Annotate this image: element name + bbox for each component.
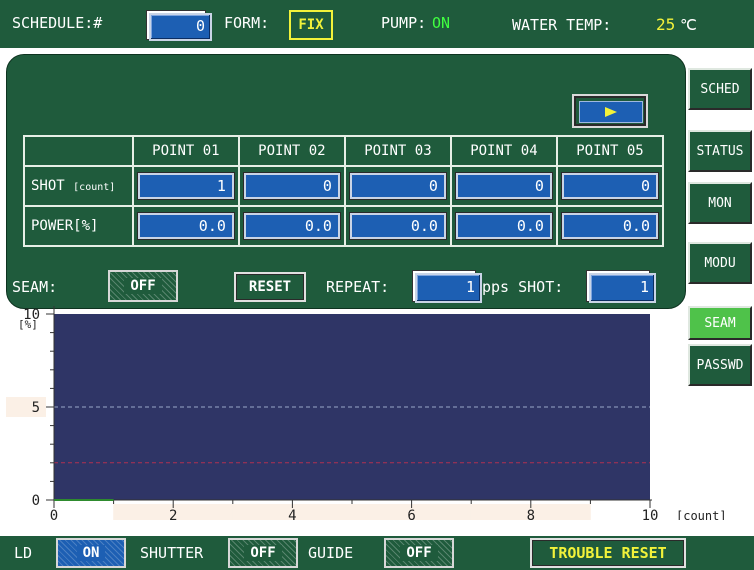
power-point-03-field[interactable]: 0.0 — [349, 213, 446, 239]
reset-button-label: RESET — [248, 279, 292, 295]
play-icon — [605, 107, 617, 117]
seam-toggle-value: OFF — [124, 278, 162, 294]
seam-toggle-button[interactable]: OFF — [108, 270, 178, 302]
form-label: FORM: — [224, 14, 270, 32]
shot-point-02-field[interactable]: 0 — [243, 173, 340, 199]
schedule-number-field[interactable]: 0 — [149, 13, 212, 41]
guide-toggle-value: OFF — [400, 545, 438, 561]
repeat-field[interactable]: 1 — [415, 273, 482, 303]
ld-toggle-button[interactable]: ON — [56, 538, 126, 568]
side-menu-modu-button[interactable]: MODU — [688, 242, 752, 284]
schedule-label: SCHEDULE:# — [12, 14, 103, 32]
column-header-point-03: POINT 03 — [343, 135, 452, 167]
ld-label: LD — [14, 544, 33, 562]
seam-power-chart: 05100 2 4 6 8 10[%][count] — [6, 306, 727, 520]
shot-row-header: SHOT [count] — [23, 165, 134, 207]
shot-point-05-field[interactable]: 0 — [561, 173, 658, 199]
column-header-point-02: POINT 02 — [237, 135, 346, 167]
form-mode-button[interactable]: FIX — [289, 10, 333, 40]
reset-button[interactable]: RESET — [234, 272, 306, 302]
x-tick-label: 10 — [642, 508, 659, 520]
pump-label: PUMP: — [381, 14, 427, 32]
shot-point-01-field[interactable]: 1 — [137, 173, 234, 199]
ld-toggle-value: ON — [76, 545, 106, 561]
side-menu-label: MON — [708, 195, 732, 211]
side-menu-label: STATUS — [696, 143, 744, 159]
schedule-field-frame: 0 — [146, 10, 212, 41]
x-tick-label: 6 — [407, 508, 415, 520]
x-tick-label: 4 — [288, 508, 296, 520]
side-menu-mon-button[interactable]: MON — [688, 182, 752, 224]
side-menu-label: SCHED — [700, 81, 740, 97]
guide-label: GUIDE — [308, 544, 354, 562]
repeat-field-frame: 1 — [412, 270, 482, 303]
power-point-04-field[interactable]: 0.0 — [455, 213, 552, 239]
shot-point-04-field[interactable]: 0 — [455, 173, 552, 199]
y-axis-label: [%] — [18, 318, 38, 331]
guide-toggle-button[interactable]: OFF — [384, 538, 454, 568]
water-temp-unit: ℃ — [680, 16, 697, 34]
power-row-header: POWER[%] — [23, 205, 134, 247]
x-tick-label: 8 — [527, 508, 535, 520]
seam-label: SEAM: — [12, 278, 58, 296]
pps-shot-field-frame: 1 — [586, 270, 656, 303]
y-tick-band — [6, 397, 46, 417]
shot-row-unit: [count] — [73, 182, 116, 193]
pps-shot-label: pps SHOT: — [482, 278, 564, 296]
column-header-point-05: POINT 05 — [555, 135, 665, 167]
power-row-unit: [%] — [73, 218, 99, 234]
power-row-label: POWER — [31, 218, 74, 234]
form-mode-value: FIX — [298, 17, 324, 33]
pump-status: ON — [432, 14, 451, 32]
table-corner-cell — [23, 135, 134, 167]
trouble-reset-label: TROUBLE RESET — [549, 544, 667, 562]
power-point-05-field[interactable]: 0.0 — [561, 213, 658, 239]
shot-point-03-field[interactable]: 0 — [349, 173, 446, 199]
side-menu-label: MODU — [704, 255, 736, 271]
column-header-point-01: POINT 01 — [131, 135, 240, 167]
shutter-toggle-button[interactable]: OFF — [228, 538, 298, 568]
x-tick-label: 0 — [50, 508, 58, 520]
repeat-label: REPEAT: — [326, 278, 390, 296]
trouble-reset-button[interactable]: TROUBLE RESET — [530, 538, 686, 568]
shutter-toggle-value: OFF — [244, 545, 282, 561]
water-temp-label: WATER TEMP: — [512, 16, 612, 34]
shutter-label: SHUTTER — [140, 544, 204, 562]
column-header-point-04: POINT 04 — [449, 135, 558, 167]
side-menu-status-button[interactable]: STATUS — [688, 130, 752, 172]
y-tick-label: 0 — [32, 493, 40, 509]
point-settings-table: POINT 01 POINT 02 POINT 03 POINT 04 POIN… — [23, 135, 665, 247]
power-point-02-field[interactable]: 0.0 — [243, 213, 340, 239]
side-menu-sched-button[interactable]: SCHED — [688, 68, 752, 110]
x-tick-label: 2 — [169, 508, 177, 520]
shot-row-label: SHOT — [31, 178, 65, 194]
pps-shot-field[interactable]: 1 — [589, 273, 656, 303]
water-temp-value: 25 — [656, 15, 676, 34]
x-axis-label: [count] — [676, 509, 727, 520]
power-point-01-field[interactable]: 0.0 — [137, 213, 234, 239]
top-status-bar — [0, 0, 754, 48]
play-button-inner — [579, 101, 643, 123]
play-button[interactable] — [572, 94, 648, 128]
y-tick-label: 5 — [32, 400, 40, 416]
